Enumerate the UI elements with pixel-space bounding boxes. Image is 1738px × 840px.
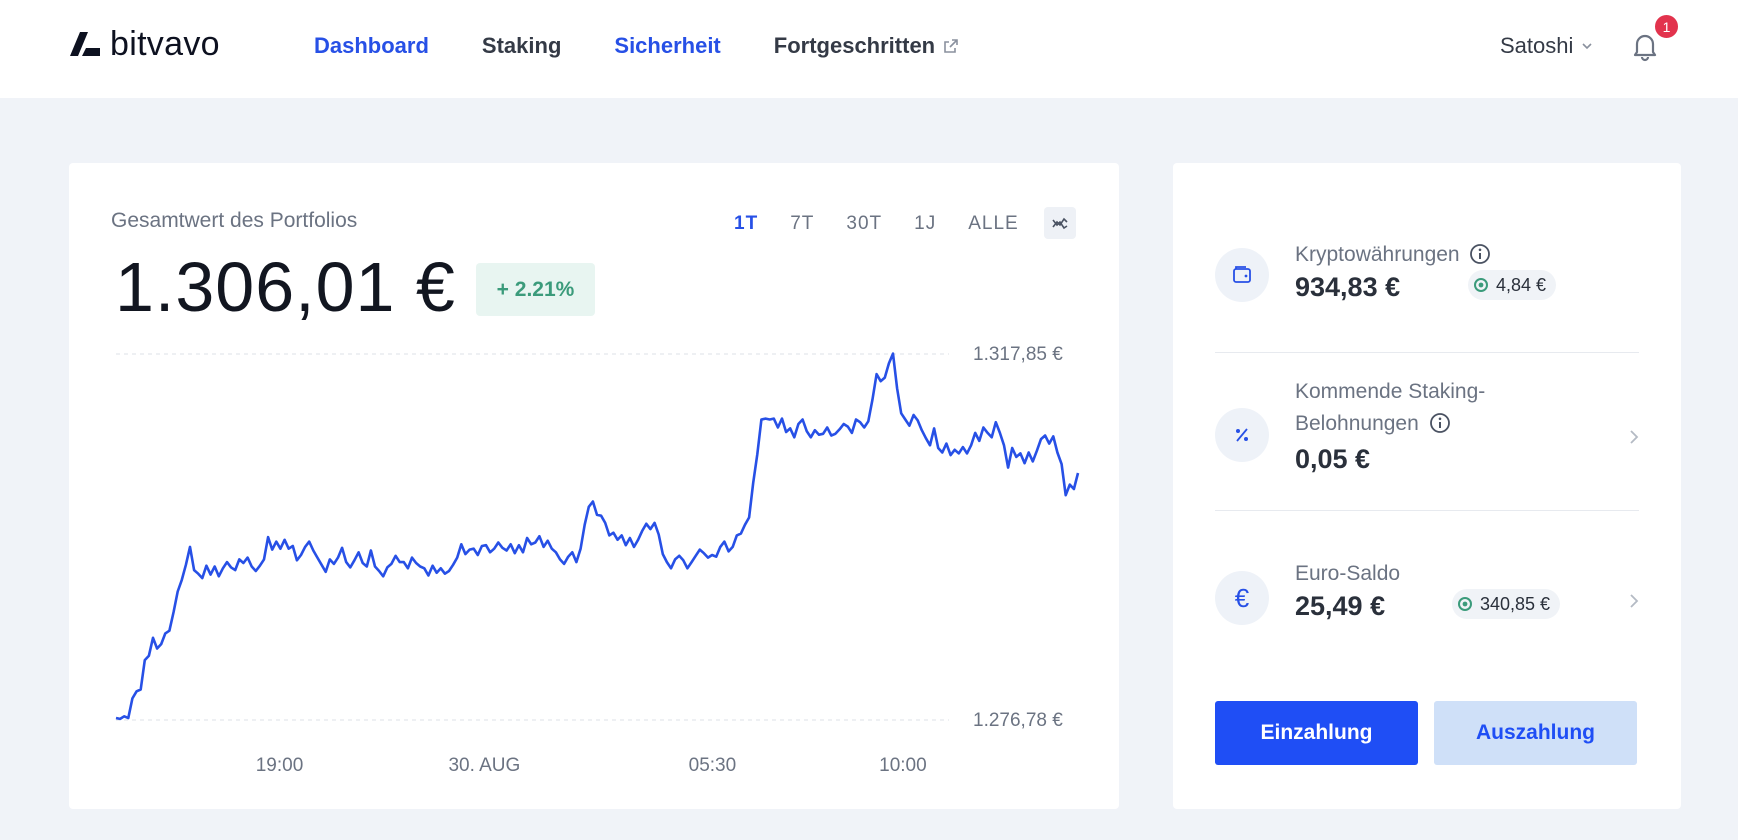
chevron-down-icon: [1582, 43, 1592, 50]
chart-min-label: 1.276,78 €: [973, 710, 1063, 731]
nav-dashboard-label: Dashboard: [314, 33, 429, 58]
euro-staking-pill: 340,85 €: [1452, 589, 1561, 619]
x-tick-label: 19:00: [256, 755, 304, 776]
info-icon[interactable]: [1469, 243, 1491, 265]
staking-rewards-label-line1: Kommende Staking-: [1295, 380, 1486, 403]
euro-icon: €: [1234, 582, 1250, 613]
x-tick-label: 10:00: [879, 755, 927, 776]
nav-sicherheit-label: Sicherheit: [614, 33, 721, 58]
portfolio-series-line: [115, 352, 1080, 721]
divider: [1215, 352, 1639, 353]
portfolio-card: Gesamtwert des Portfolios 1.306,01 € + 2…: [69, 163, 1119, 809]
bitvavo-logo-icon: [70, 32, 100, 56]
wallet-icon-wrap: [1215, 248, 1269, 302]
external-link-icon: [944, 39, 958, 53]
nav-staking[interactable]: Staking: [482, 32, 561, 60]
euro-label: Euro-Saldo: [1295, 562, 1401, 585]
euro-staking-value: 340,85 €: [1480, 593, 1551, 614]
nav-fortgeschritten-label: Fortgeschritten: [773, 33, 936, 58]
nav-dashboard[interactable]: Dashboard: [314, 32, 429, 60]
crypto-staking-value: 4,84 €: [1496, 274, 1547, 295]
top-bar: bitvavo Dashboard Staking Sicherheit For…: [0, 0, 1738, 98]
balances-card: Kryptowährungen 934,83 € 4,84 € Kommende…: [1173, 163, 1681, 809]
euro-icon-wrap: €: [1215, 571, 1269, 625]
staking-rewards-value: 0,05 €: [1295, 444, 1371, 474]
staking-rewards-label-line2-wrap: Belohnungen: [1295, 408, 1451, 440]
staking-icon: [1474, 278, 1488, 292]
staking-icon: [1458, 597, 1472, 611]
info-icon[interactable]: [1429, 412, 1451, 434]
staking-rewards-label-line2: Belohnungen: [1295, 412, 1419, 435]
nav-sicherheit[interactable]: Sicherheit: [614, 32, 720, 60]
chart-max-label: 1.317,85 €: [973, 344, 1063, 365]
deposit-button[interactable]: Einzahlung: [1215, 701, 1418, 765]
user-menu[interactable]: Satoshi: [1500, 33, 1593, 59]
crypto-label: Kryptowährungen: [1295, 243, 1460, 266]
notification-badge: 1: [1653, 13, 1680, 40]
percent-icon-wrap: [1215, 408, 1269, 462]
portfolio-chart: 1.317,85 € 1.276,78 € 19:00 30. AUG 05:30 1…: [115, 344, 1080, 776]
euro-value: 25,49 €: [1295, 591, 1386, 621]
chevron-right-icon: [1630, 594, 1639, 608]
x-tick-label: 30. AUG: [448, 755, 520, 776]
staking-rewards-row[interactable]: Kommende Staking- Belohnungen 0,05 €: [1215, 380, 1639, 486]
crypto-balance-row[interactable]: Kryptowährungen 934,83 € 4,84 €: [1215, 243, 1639, 311]
x-tick-label: 05:30: [689, 755, 737, 776]
crypto-staking-pill: 4,84 €: [1468, 270, 1557, 300]
bitvavo-logo[interactable]: bitvavo: [70, 25, 220, 63]
crypto-label-wrap: Kryptowährungen: [1295, 239, 1491, 271]
wallet-icon: [1233, 266, 1251, 283]
euro-balance-row[interactable]: € Euro-Saldo 25,49 € 340,85 €: [1215, 562, 1639, 630]
nav-fortgeschritten[interactable]: Fortgeschritten: [774, 32, 959, 60]
logo-text: bitvavo: [110, 25, 220, 63]
percent-icon: [1236, 428, 1248, 442]
main-nav: Dashboard Staking Sicherheit Fortgeschri…: [314, 32, 1012, 60]
divider: [1215, 510, 1639, 511]
chevron-right-icon: [1630, 430, 1639, 444]
crypto-value: 934,83 €: [1295, 272, 1401, 302]
user-name: Satoshi: [1500, 33, 1574, 58]
nav-staking-label: Staking: [481, 33, 562, 58]
withdraw-button[interactable]: Auszahlung: [1434, 701, 1637, 765]
